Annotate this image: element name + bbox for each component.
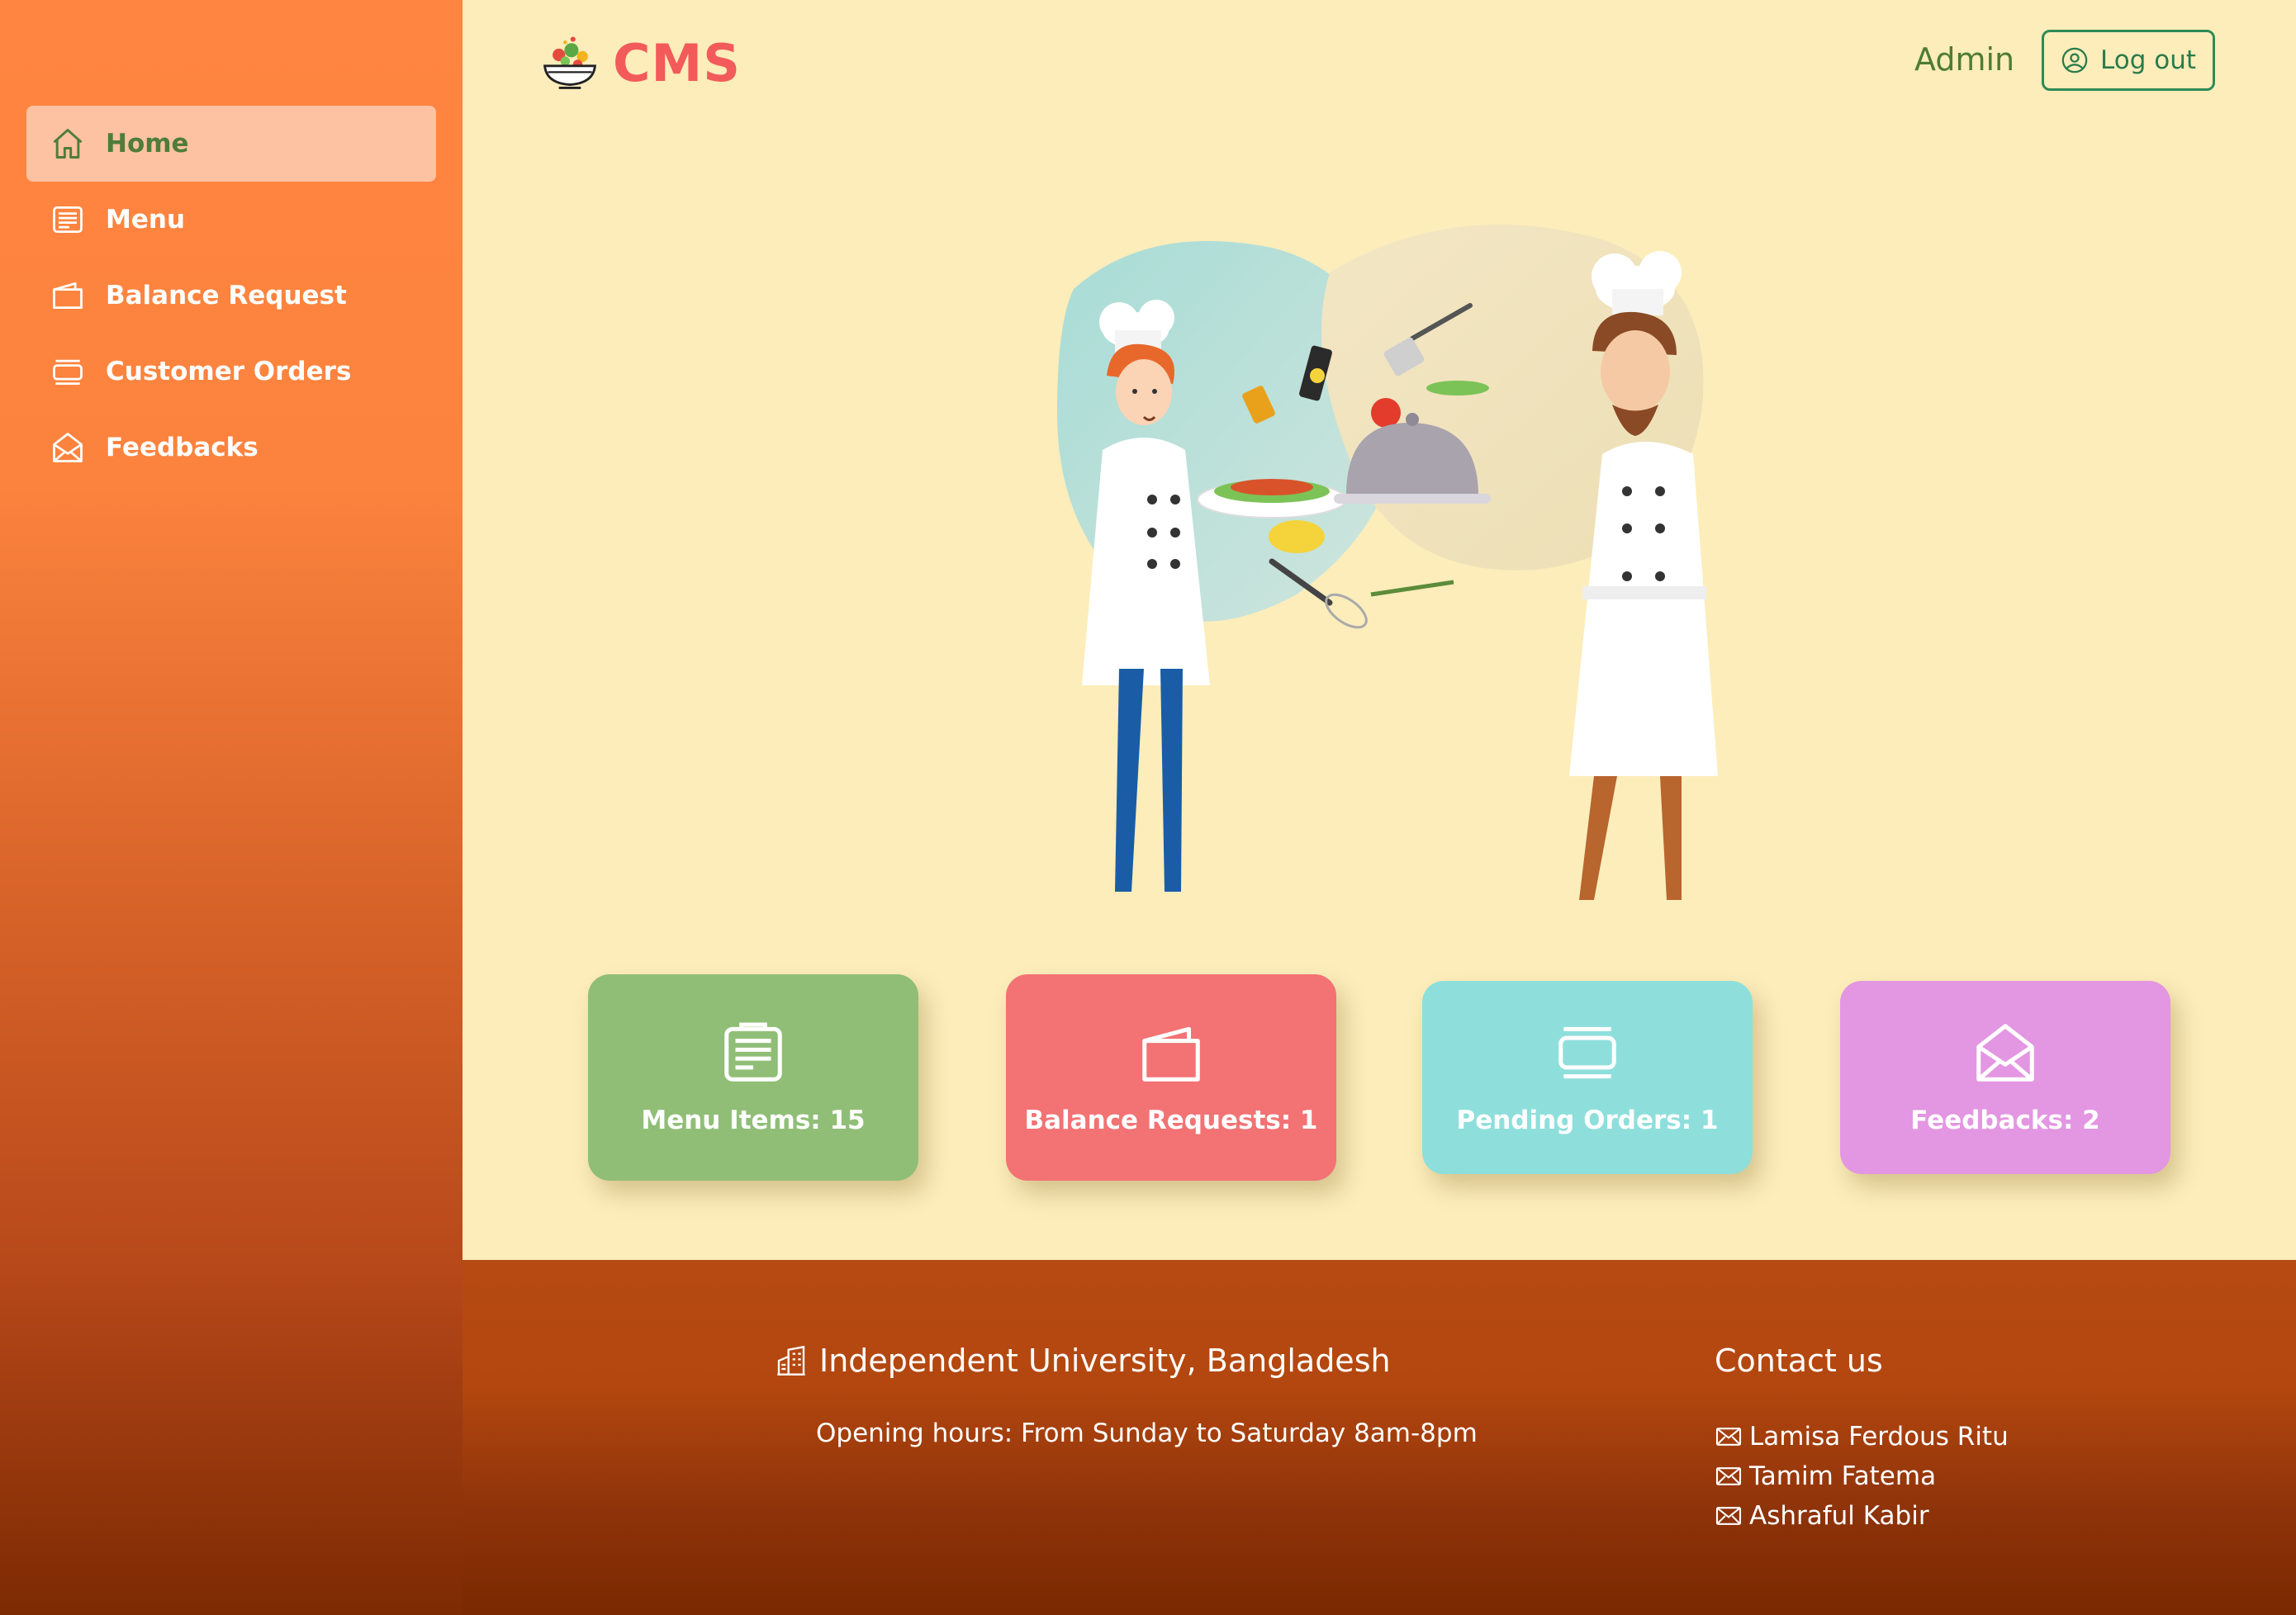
logout-label: Log out (2100, 45, 2196, 75)
sidebar-item-label: Customer Orders (106, 357, 352, 386)
sidebar-item-home[interactable]: Home (26, 106, 436, 182)
contact-name: Ashraful Kabir (1749, 1501, 1929, 1531)
contact-item[interactable]: Ashraful Kabir (1715, 1496, 2009, 1536)
contact-item[interactable]: Lamisa Ferdous Ritu (1715, 1417, 2009, 1456)
stat-card-feedbacks[interactable]: Feedbacks: 2 (1840, 981, 2170, 1174)
stat-label: Balance Requests: 1 (1024, 1106, 1318, 1135)
menu-list-icon (50, 201, 86, 238)
menu-list-icon (724, 1022, 782, 1082)
envelope-icon (1715, 1507, 1742, 1525)
envelope-open-icon (1976, 1024, 2034, 1082)
wallet-icon (1142, 1026, 1200, 1082)
footer: Independent University, Bangladesh Openi… (463, 1260, 2296, 1615)
envelope-open-icon (50, 429, 86, 466)
organization-name: Independent University, Bangladesh (819, 1343, 1391, 1379)
sidebar-item-menu[interactable]: Menu (26, 182, 436, 258)
contact-list: Lamisa Ferdous Ritu Tamim Fatema Ashrafu… (1715, 1417, 2009, 1536)
stat-label: Menu Items: 15 (641, 1106, 866, 1135)
sidebar-item-label: Menu (106, 205, 186, 234)
footer-organization: Independent University, Bangladesh (775, 1343, 1391, 1379)
opening-hours: Opening hours: From Sunday to Saturday 8… (816, 1418, 1478, 1448)
sidebar-item-customer-orders[interactable]: Customer Orders (26, 334, 436, 410)
building-icon (777, 1345, 805, 1376)
contact-item[interactable]: Tamim Fatema (1715, 1456, 2009, 1496)
sidebar-item-balance-request[interactable]: Balance Request (26, 258, 436, 334)
contact-title: Contact us (1715, 1343, 1883, 1379)
stat-card-menu-items[interactable]: Menu Items: 15 (588, 974, 918, 1181)
home-icon (50, 126, 86, 162)
wallet-icon (50, 277, 86, 314)
stat-card-balance-requests[interactable]: Balance Requests: 1 (1006, 974, 1336, 1181)
contact-name: Lamisa Ferdous Ritu (1749, 1422, 2009, 1452)
sidebar-nav: Home Menu Balance Request Customer Order… (26, 106, 436, 485)
envelope-icon (1715, 1467, 1742, 1485)
brand[interactable]: CMS (538, 28, 741, 97)
stat-label: Feedbacks: 2 (1910, 1106, 2100, 1135)
orders-icon (50, 353, 86, 390)
app-name: CMS (613, 32, 741, 93)
orders-icon (1558, 1026, 1616, 1079)
sidebar: Home Menu Balance Request Customer Order… (0, 0, 463, 1615)
logout-button[interactable]: Log out (2042, 30, 2215, 91)
user-circle-icon (2061, 47, 2088, 73)
sidebar-item-label: Home (106, 129, 189, 159)
salad-bowl-logo-icon (538, 31, 601, 95)
chefs-illustration (1024, 206, 1767, 925)
stat-label: Pending Orders: 1 (1456, 1106, 1719, 1135)
stat-card-pending-orders[interactable]: Pending Orders: 1 (1422, 981, 1753, 1174)
contact-name: Tamim Fatema (1749, 1461, 1937, 1491)
admin-username: Admin (1914, 41, 2015, 78)
sidebar-item-label: Balance Request (106, 281, 347, 310)
envelope-icon (1715, 1428, 1742, 1446)
sidebar-item-feedbacks[interactable]: Feedbacks (26, 410, 436, 485)
sidebar-item-label: Feedbacks (106, 433, 259, 462)
